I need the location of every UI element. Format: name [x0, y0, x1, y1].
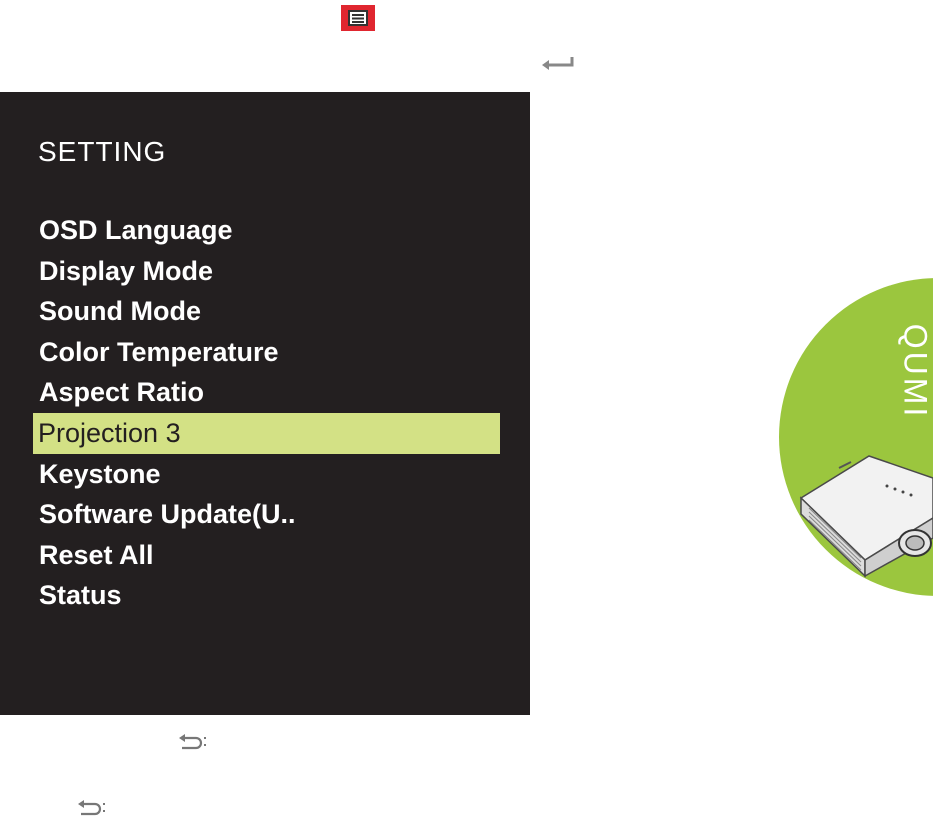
osd-menu-list: OSD Language Display Mode Sound Mode Col… — [0, 210, 530, 616]
menu-item-sound-mode[interactable]: Sound Mode — [0, 291, 530, 332]
menu-item-aspect-ratio[interactable]: Aspect Ratio — [0, 372, 530, 413]
osd-setting-panel: SETTING OSD Language Display Mode Sound … — [0, 92, 530, 715]
osd-title: SETTING — [38, 136, 167, 167]
projector-icon — [799, 455, 933, 578]
menu-item-software-update[interactable]: Software Update(U.. — [0, 494, 530, 535]
return-icon[interactable] — [176, 733, 208, 751]
brand-logo-text: QUMI — [897, 323, 933, 419]
menu-item-status[interactable]: Status — [0, 575, 530, 616]
enter-icon[interactable] — [540, 55, 576, 73]
menu-glyph — [348, 10, 368, 26]
menu-item-osd-language[interactable]: OSD Language — [0, 210, 530, 251]
menu-item-keystone[interactable]: Keystone — [0, 454, 530, 495]
menu-item-display-mode[interactable]: Display Mode — [0, 251, 530, 292]
menu-item-projection[interactable]: Projection 3 — [33, 412, 500, 454]
brand-logo: QUMI — [897, 306, 933, 436]
qumi-badge: QUMI — [779, 278, 933, 596]
menu-key-icon[interactable] — [341, 5, 375, 31]
menu-item-color-temperature[interactable]: Color Temperature — [0, 332, 530, 373]
menu-item-reset-all[interactable]: Reset All — [0, 535, 530, 576]
return-icon[interactable] — [75, 799, 107, 817]
